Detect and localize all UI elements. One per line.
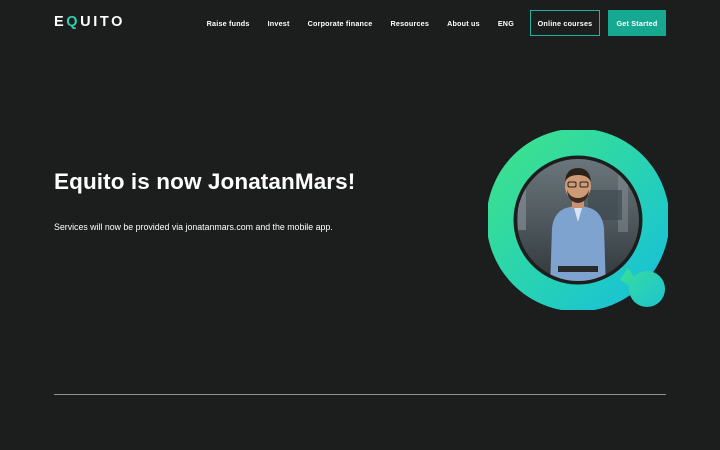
- hero-title: Equito is now JonatanMars!: [54, 169, 356, 194]
- hero-visual: [486, 128, 670, 312]
- nav-corporate-finance[interactable]: Corporate finance: [308, 19, 373, 28]
- hero-subtitle: Services will now be provided via jonata…: [54, 222, 333, 232]
- q-dot: [629, 271, 665, 307]
- main-navigation: Raise funds Invest Corporate finance Res…: [207, 10, 666, 36]
- language-switch[interactable]: ENG: [498, 19, 514, 28]
- online-courses-button[interactable]: Online courses: [530, 10, 600, 36]
- equito-logo[interactable]: E Q UITO: [54, 14, 125, 30]
- logo-text-prefix: E: [54, 14, 67, 30]
- logo-text-q: Q: [66, 14, 81, 30]
- get-started-button[interactable]: Get Started: [608, 10, 666, 36]
- nav-resources[interactable]: Resources: [391, 19, 430, 28]
- nav-invest[interactable]: Invest: [268, 19, 290, 28]
- nav-raise-funds[interactable]: Raise funds: [207, 19, 250, 28]
- logo-text-suffix: UITO: [80, 14, 125, 30]
- nav-about-us[interactable]: About us: [447, 19, 480, 28]
- section-divider: [54, 394, 666, 395]
- q-ring-graphic: [486, 128, 670, 312]
